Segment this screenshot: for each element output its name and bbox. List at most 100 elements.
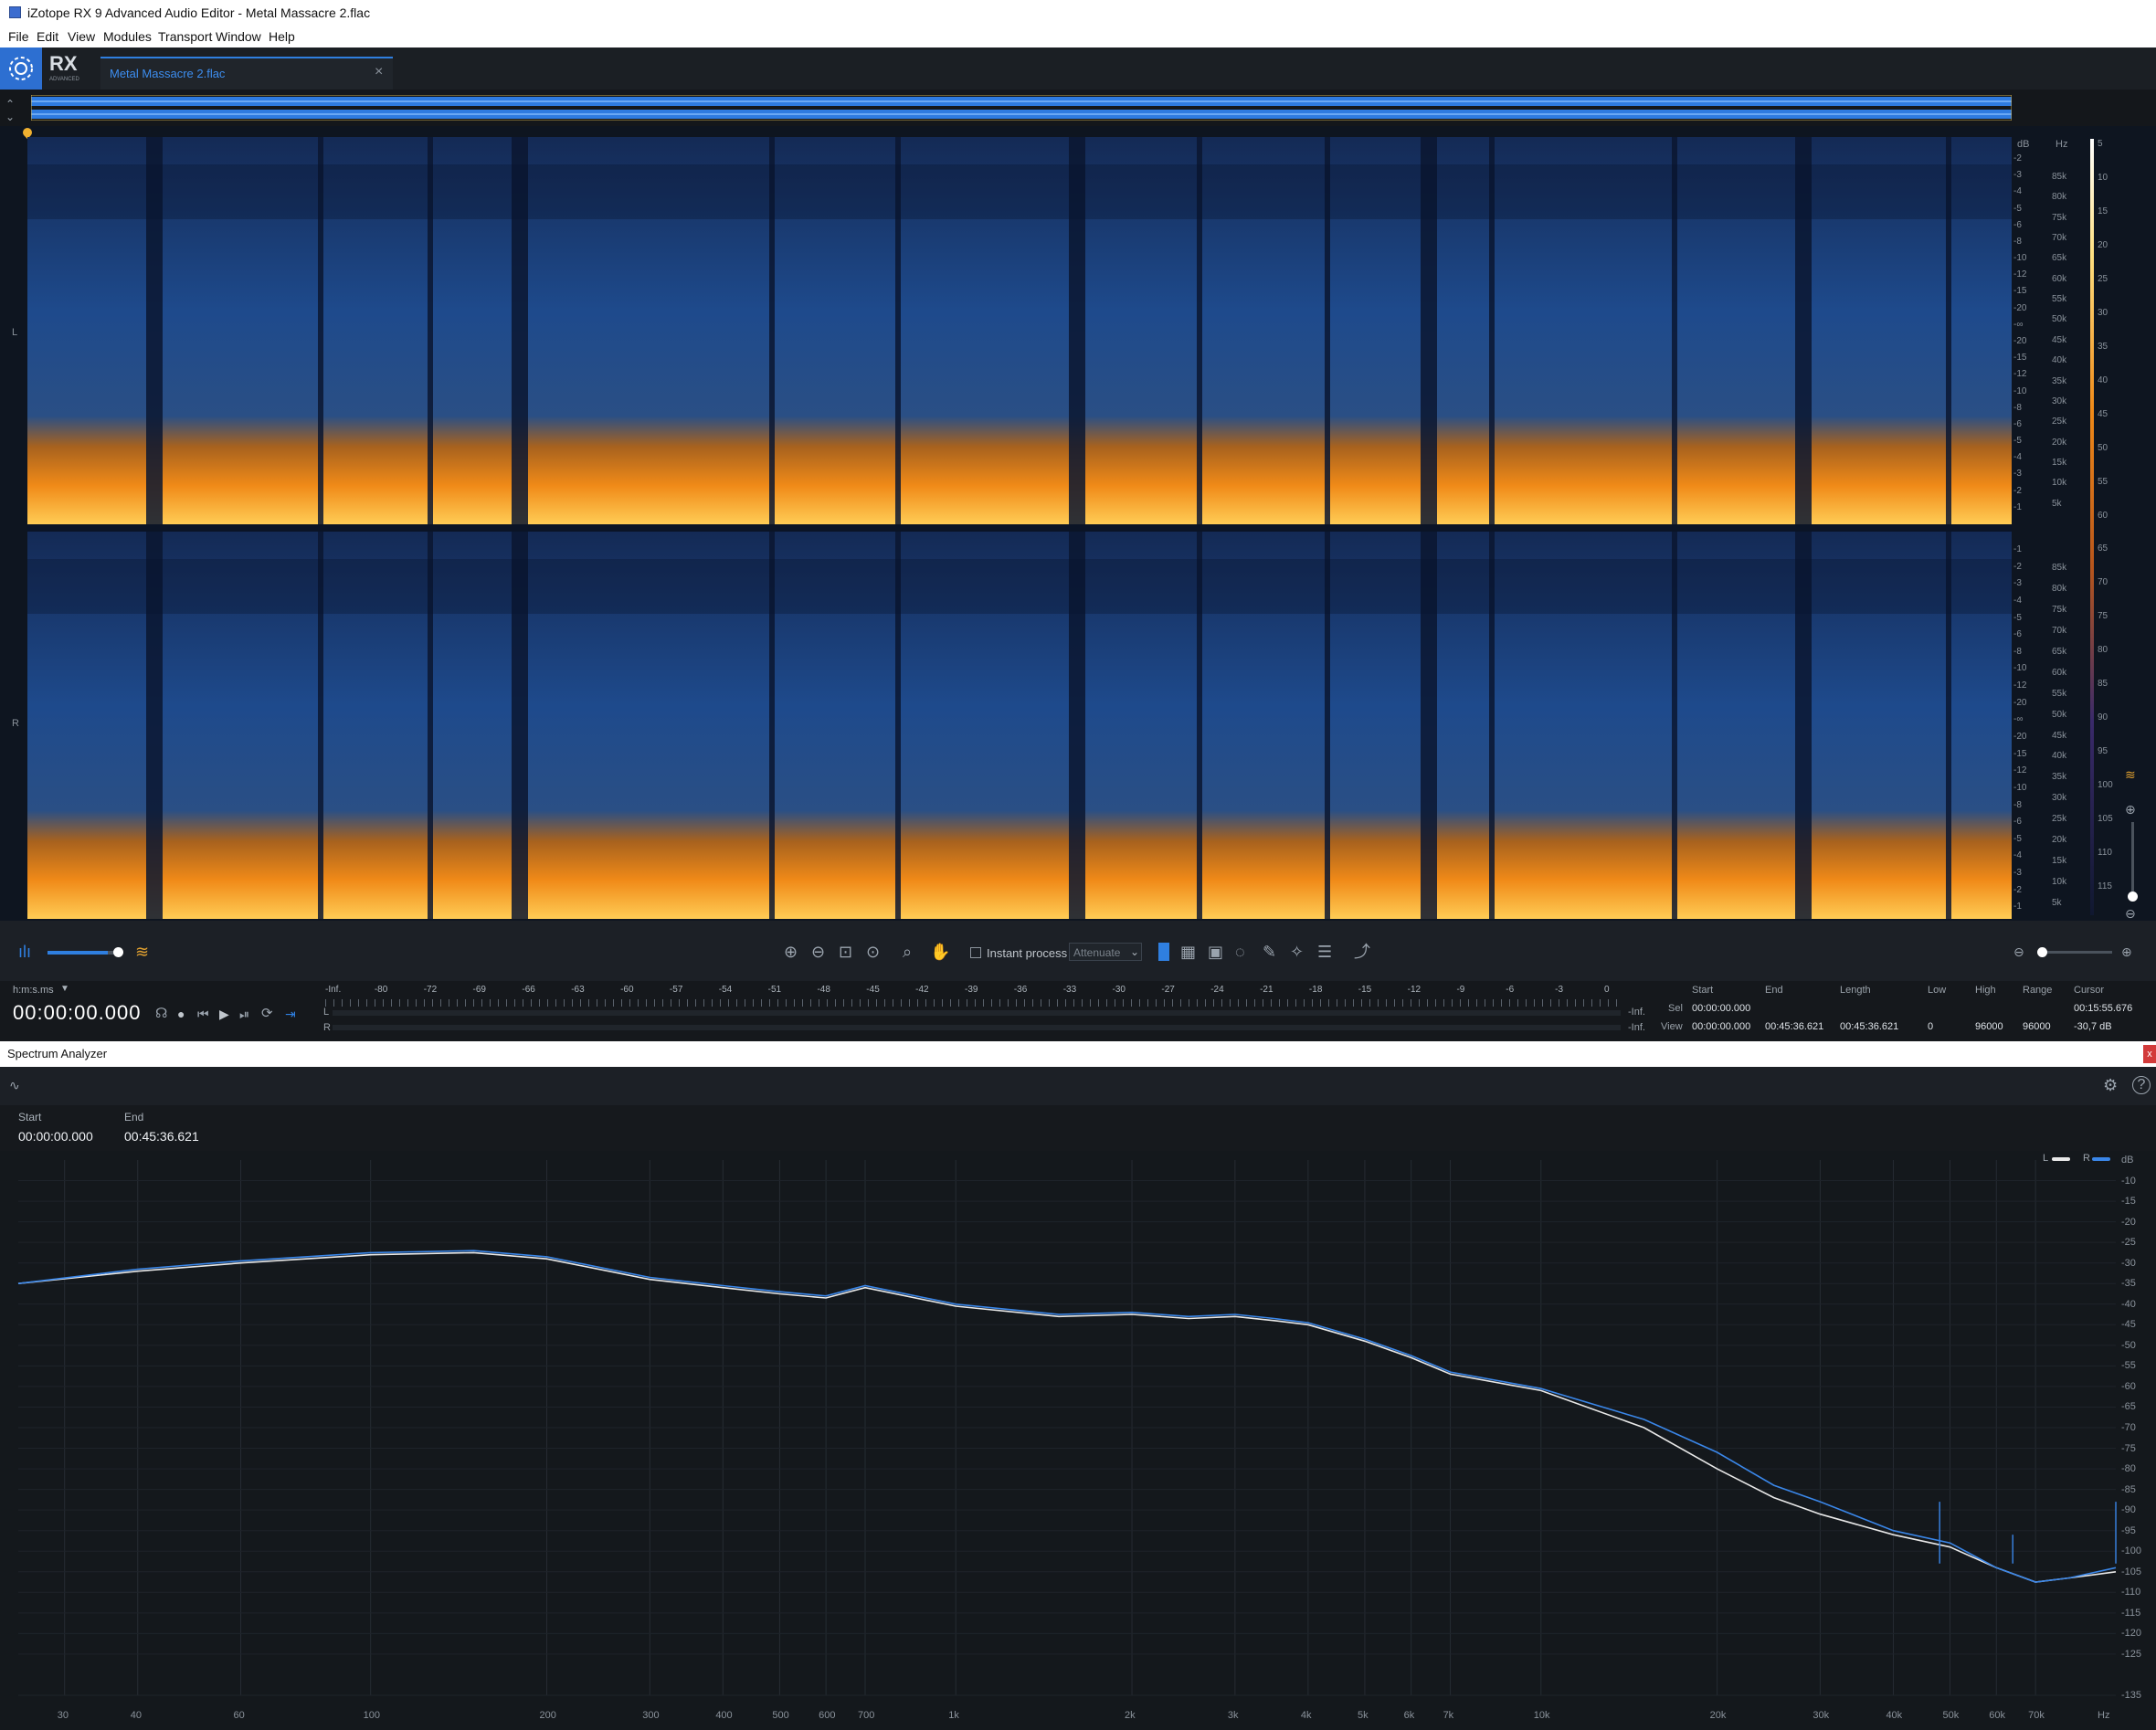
colorbar-tick: 20 bbox=[2098, 239, 2108, 250]
analyzer-start-value: 00:00:00.000 bbox=[18, 1129, 93, 1144]
sel-header-range: Range bbox=[2023, 985, 2053, 996]
lasso-tool-icon[interactable]: ◌ bbox=[1235, 943, 1245, 961]
record-icon[interactable]: ● bbox=[177, 1005, 185, 1023]
follow-playhead-icon[interactable]: ⇥ bbox=[285, 1005, 296, 1023]
colorbar-tick: 105 bbox=[2098, 814, 2113, 825]
hz-tick: 40k bbox=[2052, 751, 2067, 762]
hz-tick: 80k bbox=[2052, 192, 2067, 203]
file-tab[interactable]: Metal Massacre 2.flac × bbox=[100, 57, 393, 90]
x-tick-label: 10k bbox=[1533, 1710, 1550, 1721]
hz-tick: 55k bbox=[2052, 294, 2067, 305]
zoom-in-vertical-icon[interactable]: ⊕ bbox=[2125, 800, 2136, 818]
vertical-zoom-slider[interactable] bbox=[2131, 822, 2134, 891]
x-tick-label: 1k bbox=[948, 1710, 959, 1721]
harmonic-selection-icon[interactable]: ☰ bbox=[1317, 943, 1332, 961]
zoom-out-icon[interactable]: ⊖ bbox=[811, 943, 825, 961]
meter-tick: -48 bbox=[817, 985, 830, 995]
meter-tick: -27 bbox=[1161, 985, 1175, 995]
view-end-field[interactable]: 00:45:36.621 bbox=[1765, 1021, 1823, 1032]
channel-r-label: R bbox=[12, 718, 19, 729]
db-tick: -6 bbox=[2013, 629, 2022, 640]
spectrum-plot-area[interactable]: L R 30 40 60 100 200 300 400 500 600 700 1k 2k 3k 4k 5… bbox=[0, 1151, 2156, 1730]
help-icon[interactable]: ? bbox=[2132, 1076, 2151, 1094]
meter-r-bar bbox=[333, 1025, 1621, 1030]
view-range-field[interactable]: 96000 bbox=[2023, 1021, 2051, 1032]
db-tick: -3 bbox=[2013, 469, 2022, 480]
zoom-selection-icon[interactable]: ⊡ bbox=[839, 943, 852, 961]
view-length-field[interactable]: 00:45:36.621 bbox=[1840, 1021, 1898, 1032]
sel-start-field[interactable]: 00:00:00.000 bbox=[1692, 1003, 1750, 1014]
x-tick-label: 20k bbox=[1709, 1710, 1727, 1721]
menu-transport[interactable]: Transport bbox=[158, 29, 212, 44]
gain-envelope-icon[interactable]: ⤴ bbox=[1354, 943, 1370, 961]
menu-edit[interactable]: Edit bbox=[37, 29, 58, 44]
analyzer-close-button[interactable]: x bbox=[2143, 1045, 2156, 1063]
zoom-fit-icon[interactable]: ⊙ bbox=[866, 943, 880, 961]
spectrogram-high-band bbox=[27, 164, 2012, 219]
menu-help[interactable]: Help bbox=[269, 29, 295, 44]
time-freq-selection-tool-icon[interactable]: ▣ bbox=[1208, 943, 1223, 961]
overview-waveform[interactable]: ⌃ ⌄ bbox=[0, 90, 2156, 126]
zoom-in-icon[interactable]: ⊕ bbox=[784, 943, 798, 961]
y-tick-label: -95 bbox=[2121, 1524, 2136, 1536]
hand-tool-icon[interactable]: ✋ bbox=[930, 943, 950, 961]
headphones-icon[interactable]: ☊ bbox=[155, 1005, 167, 1023]
expand-icon[interactable]: ⌄ bbox=[5, 108, 15, 126]
db-scale-bottom: -1 -2 -3 -4 -5 -6 -8 -10 -12 -20 -∞ -20 -15 -12 -10 -8 -… bbox=[2013, 544, 2050, 919]
waveform-view-icon[interactable]: ılı bbox=[18, 943, 31, 961]
time-selection-tool-icon[interactable] bbox=[1158, 943, 1169, 961]
horizontal-zoom-out-icon[interactable]: ⊖ bbox=[2013, 943, 2024, 961]
opacity-slider-handle[interactable] bbox=[113, 947, 123, 957]
menu-modules[interactable]: Modules bbox=[103, 29, 152, 44]
x-tick-label: 6k bbox=[1403, 1710, 1415, 1721]
hz-tick: 10k bbox=[2052, 478, 2067, 489]
colorbar-tick: 90 bbox=[2098, 712, 2108, 723]
loop-icon[interactable]: ⟳ bbox=[261, 1005, 273, 1023]
zoom-out-vertical-icon[interactable]: ⊖ bbox=[2125, 904, 2136, 923]
hz-tick: 65k bbox=[2052, 646, 2067, 657]
menu-window[interactable]: Window bbox=[216, 29, 261, 44]
horizontal-zoom-in-icon[interactable]: ⊕ bbox=[2121, 943, 2132, 961]
hz-tick: 15k bbox=[2052, 856, 2067, 867]
app-logo[interactable] bbox=[0, 47, 42, 90]
time-format-chevron-icon[interactable]: ▼ bbox=[60, 984, 69, 994]
instant-process-checkbox[interactable] bbox=[970, 947, 981, 958]
y-tick-label: -135 bbox=[2121, 1690, 2142, 1701]
zoom-tool-icon[interactable]: ⌕ bbox=[903, 943, 912, 961]
analyzer-toolbar: ∿ ⚙ ? bbox=[0, 1067, 2156, 1105]
y-tick-label: -50 bbox=[2121, 1339, 2136, 1351]
vertical-zoom-handle[interactable] bbox=[2128, 891, 2138, 902]
play-icon[interactable]: ▶ bbox=[219, 1005, 229, 1023]
db-tick: -6 bbox=[2013, 817, 2022, 828]
colorbar-tick: 110 bbox=[2098, 848, 2112, 859]
view-low-field[interactable]: 0 bbox=[1928, 1021, 1933, 1032]
time-format-select[interactable]: h:m:s.ms bbox=[13, 985, 54, 996]
settings-icon[interactable]: ⚙ bbox=[2103, 1076, 2118, 1094]
tab-close-icon[interactable]: × bbox=[375, 64, 383, 80]
brush-tool-icon[interactable]: ✎ bbox=[1263, 943, 1276, 961]
spectrogram-view-icon[interactable]: ≋ bbox=[135, 943, 149, 961]
menu-view[interactable]: View bbox=[68, 29, 95, 44]
opacity-slider[interactable] bbox=[48, 951, 121, 955]
x-tick-label: 60k bbox=[1989, 1710, 2005, 1721]
view-high-field[interactable]: 96000 bbox=[1975, 1021, 2003, 1032]
menu-file[interactable]: File bbox=[8, 29, 29, 44]
y-tick-label: -15 bbox=[2121, 1196, 2136, 1208]
logo-rings-icon bbox=[9, 57, 33, 80]
view-start-field[interactable]: 00:00:00.000 bbox=[1692, 1021, 1750, 1032]
hz-tick: 5k bbox=[2052, 498, 2062, 509]
horizontal-zoom-handle[interactable] bbox=[2037, 947, 2047, 957]
waveform-toggle-icon[interactable]: ≋ bbox=[2125, 765, 2136, 784]
colorbar-tick: 100 bbox=[2098, 780, 2113, 791]
process-mode-select[interactable]: Attenuate ⌄ bbox=[1069, 943, 1142, 961]
meter-tick: -24 bbox=[1210, 985, 1224, 995]
magic-wand-tool-icon[interactable]: ✧ bbox=[1290, 943, 1304, 961]
spectrogram-view[interactable]: L R dB Hz -2 -3 -4 -5 -6 -8 -10 -12 -15 -20 -∞ -20-… bbox=[0, 125, 2156, 931]
play-selection-icon[interactable]: ⏯ bbox=[239, 1005, 249, 1023]
analyzer-mode-icon[interactable]: ∿ bbox=[9, 1076, 20, 1094]
horizontal-zoom-slider[interactable] bbox=[2039, 951, 2112, 954]
y-tick-label: -65 bbox=[2121, 1401, 2136, 1413]
y-tick-label: -75 bbox=[2121, 1442, 2136, 1454]
previous-icon[interactable]: ⏮ bbox=[197, 1005, 209, 1023]
freq-selection-tool-icon[interactable]: ▦ bbox=[1180, 943, 1196, 961]
